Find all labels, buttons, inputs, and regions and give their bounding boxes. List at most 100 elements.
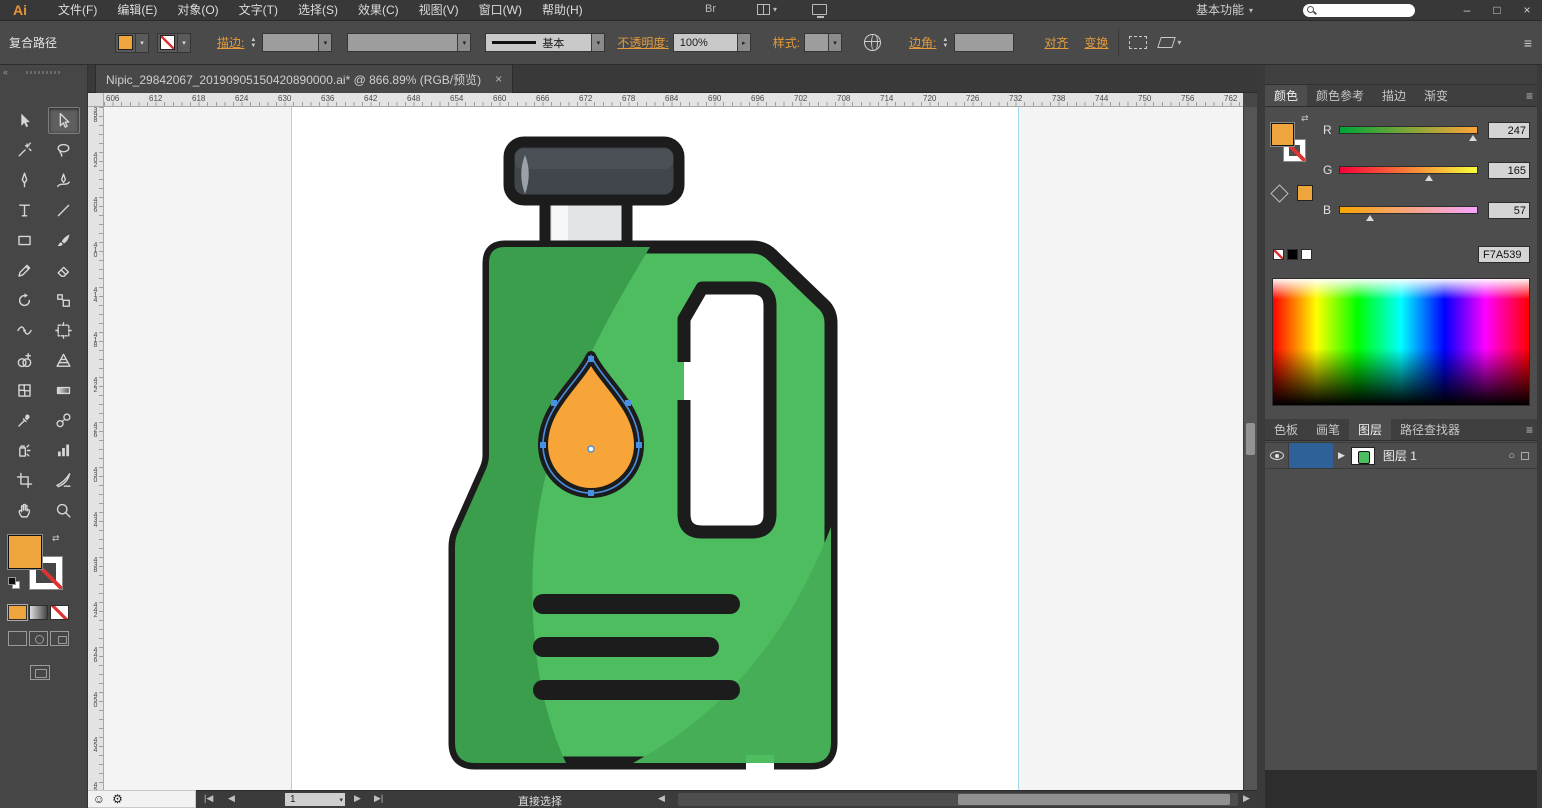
draw-normal-button[interactable] <box>8 631 27 646</box>
opacity-link[interactable]: 不透明度: <box>617 34 668 51</box>
default-fill-stroke-icon[interactable] <box>8 577 21 590</box>
stroke-width-combo[interactable]: ▾ <box>262 33 333 52</box>
draw-inside-button[interactable] <box>50 631 69 646</box>
panel-menu-icon[interactable]: ≡ <box>1524 35 1532 51</box>
none-swatch[interactable] <box>1273 248 1284 260</box>
layer-selection-highlight[interactable] <box>1289 443 1333 468</box>
center-point[interactable] <box>587 445 595 453</box>
next-artboard-button[interactable]: ▶ <box>354 793 361 804</box>
fill-color-swatch[interactable] <box>1271 123 1294 146</box>
target-circle-icon[interactable]: ○ <box>1508 450 1515 462</box>
fill-color-swatch[interactable] <box>8 535 42 569</box>
collapse-panel-icon[interactable]: « <box>3 67 8 77</box>
close-icon[interactable]: × <box>495 72 502 86</box>
tab-stroke[interactable]: 描边 <box>1373 85 1415 106</box>
selection-indicator-square[interactable] <box>1521 451 1529 460</box>
horizontal-scrollbar[interactable] <box>678 793 1238 806</box>
swap-fill-stroke-icon[interactable]: ⇄ <box>1301 113 1309 124</box>
label-stripe[interactable] <box>533 680 740 700</box>
channel-slider-g[interactable] <box>1339 166 1478 181</box>
workspace-switcher[interactable]: 基本功能 ▾ <box>1196 0 1253 21</box>
channel-slider-r[interactable] <box>1339 126 1478 141</box>
ime-icon[interactable]: ☺ <box>93 791 105 807</box>
anchor-point[interactable] <box>551 400 557 406</box>
artwork-jerry-can[interactable] <box>104 107 1243 790</box>
label-stripe[interactable] <box>533 637 719 657</box>
slider-thumb[interactable] <box>1468 135 1477 141</box>
pencil-tool[interactable] <box>9 257 41 284</box>
none-button[interactable] <box>50 605 69 620</box>
opacity-combo[interactable]: 100% ▸ <box>672 33 751 52</box>
stroke-color-dropdown[interactable]: ▾ <box>157 32 192 53</box>
channel-value[interactable]: 247 <box>1488 121 1530 139</box>
panel-grip[interactable] <box>26 71 62 74</box>
type-tool[interactable] <box>9 197 41 224</box>
menu-item[interactable]: 对象(O) <box>167 0 228 21</box>
tab-layers[interactable]: 图层 <box>1349 419 1392 440</box>
ime-icon[interactable]: ⚙ <box>112 791 123 807</box>
hex-value-field[interactable]: F7A539 <box>1478 245 1530 263</box>
lasso-tool[interactable] <box>48 137 80 164</box>
chevron-down-icon[interactable]: ▾ <box>1177 38 1181 47</box>
prev-artboard-button[interactable]: ◀ <box>228 793 235 804</box>
direct-selection-tool[interactable] <box>47 106 80 134</box>
width-tool[interactable] <box>9 317 41 344</box>
gamut-color-swatch[interactable] <box>1297 185 1313 201</box>
column-graph-tool[interactable] <box>48 437 80 464</box>
canvas[interactable] <box>104 107 1243 790</box>
menu-item[interactable]: 视图(V) <box>409 0 469 21</box>
out-of-gamut-cube-icon[interactable] <box>1270 184 1289 203</box>
anchor-point[interactable] <box>588 490 594 496</box>
black-swatch[interactable] <box>1287 248 1298 260</box>
panel-dock-header[interactable] <box>1265 65 1537 85</box>
magic-wand-tool[interactable] <box>9 137 41 164</box>
pen-tool[interactable] <box>9 167 41 194</box>
last-artboard-button[interactable]: ▶| <box>374 793 383 804</box>
white-swatch[interactable] <box>1301 248 1312 260</box>
shear-icon[interactable] <box>1157 37 1177 48</box>
selection-tool[interactable] <box>9 107 41 134</box>
shape-builder-tool[interactable] <box>9 347 41 374</box>
brush-definition-combo[interactable]: 基本 ▾ <box>485 33 606 52</box>
ruler-corner[interactable] <box>88 93 104 107</box>
can-handle-cutout[interactable] <box>677 281 777 539</box>
color-spectrum[interactable] <box>1272 278 1530 406</box>
tab-gradient[interactable]: 渐变 <box>1415 85 1457 106</box>
screen-mode-button[interactable] <box>30 665 50 680</box>
eyedropper-tool[interactable] <box>9 407 41 434</box>
gradient-tool[interactable] <box>48 377 80 404</box>
rectangle-tool[interactable] <box>9 227 41 254</box>
search-input[interactable] <box>1303 4 1415 17</box>
scrollbar-thumb[interactable] <box>958 794 1230 805</box>
panel-menu-icon[interactable]: ≡ <box>1526 419 1533 440</box>
line-segment-tool[interactable] <box>48 197 80 224</box>
blend-tool[interactable] <box>48 407 80 434</box>
tab-swatches[interactable]: 色板 <box>1265 419 1307 440</box>
slider-thumb[interactable] <box>1425 175 1434 181</box>
channel-value[interactable]: 165 <box>1488 161 1530 179</box>
eraser-tool[interactable] <box>48 257 80 284</box>
menu-item[interactable]: 文字(T) <box>229 0 288 21</box>
transform-link[interactable]: 变换 <box>1084 34 1108 51</box>
anchor-point[interactable] <box>588 356 594 362</box>
fill-color-dropdown[interactable]: ▾ <box>115 32 150 53</box>
document-tab[interactable]: Nipic_29842067_20190905150420890000.ai* … <box>95 65 514 93</box>
perspective-grid-tool[interactable] <box>48 347 80 374</box>
style-combo[interactable]: ▾ <box>804 33 843 52</box>
layer-thumbnail[interactable] <box>1350 446 1375 465</box>
artboard-tool[interactable] <box>9 467 41 494</box>
bridge-button[interactable]: Br <box>705 3 716 15</box>
zoom-tool[interactable] <box>48 497 80 524</box>
hand-tool[interactable] <box>9 497 41 524</box>
tab-color[interactable]: 颜色 <box>1265 85 1308 106</box>
tab-color-guide[interactable]: 颜色参考 <box>1307 85 1373 106</box>
corner-link[interactable]: 边角: <box>909 34 936 51</box>
document-setup-globe-icon[interactable] <box>864 34 882 51</box>
menu-item[interactable]: 效果(C) <box>348 0 409 21</box>
slice-tool[interactable] <box>48 467 80 494</box>
scroll-right-icon[interactable]: ▶ <box>1243 793 1250 804</box>
gpu-performance-icon[interactable] <box>812 4 827 18</box>
arrange-documents-button[interactable]: ▾ <box>757 4 777 15</box>
mesh-tool[interactable] <box>9 377 41 404</box>
scroll-left-icon[interactable]: ◀ <box>658 793 665 804</box>
